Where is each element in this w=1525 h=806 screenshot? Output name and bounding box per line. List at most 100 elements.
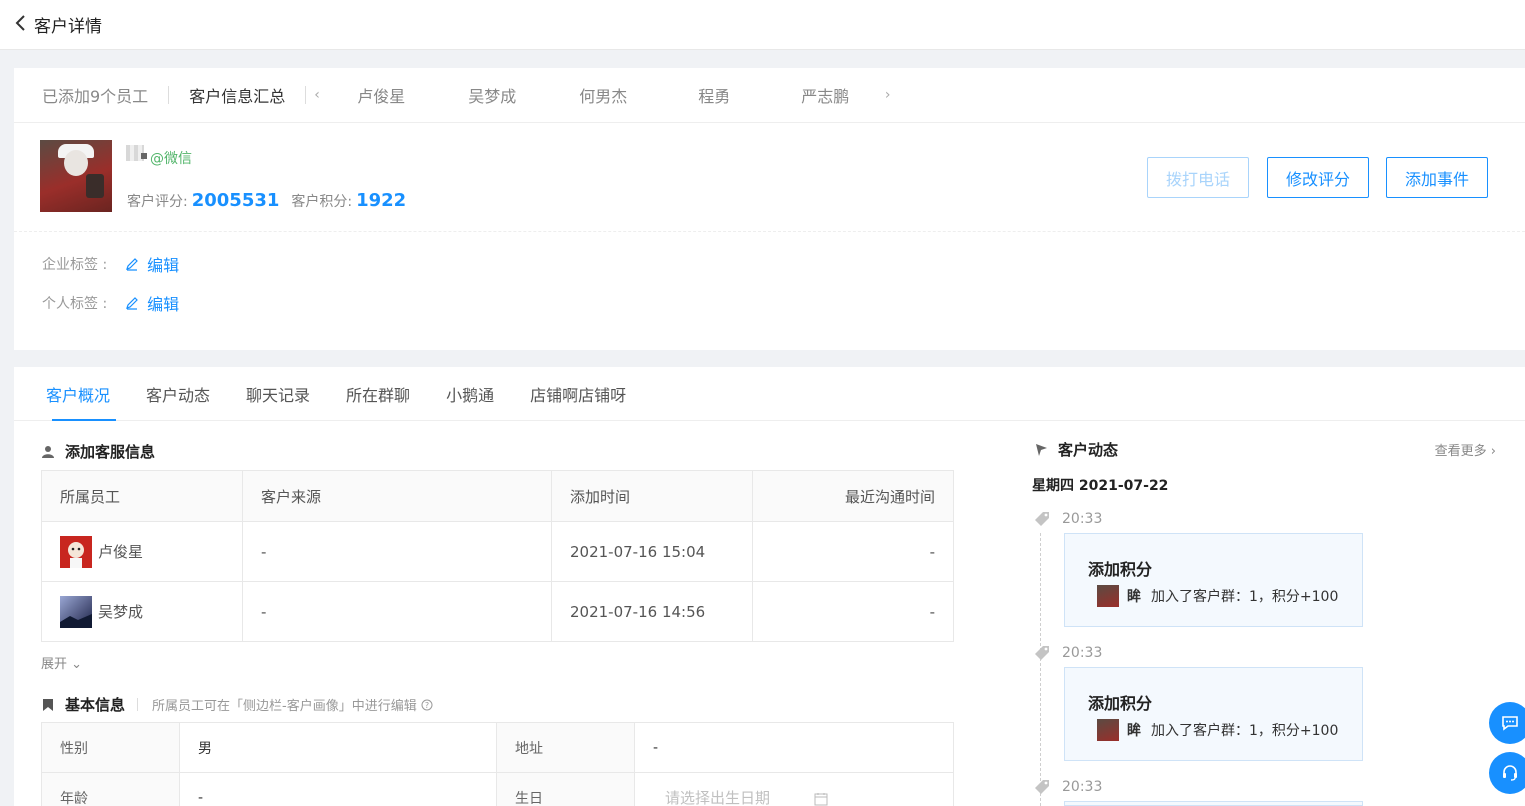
column-header: 所属员工 bbox=[41, 470, 243, 522]
detail-card: 客户概况 客户动态 聊天记录 所在群聊 小鹅通 店铺啊店铺呀 添加客服信息 所属… bbox=[14, 367, 1525, 806]
staff-tab[interactable]: 何男杰 bbox=[548, 83, 659, 107]
chevron-right-icon[interactable]: › bbox=[885, 87, 891, 103]
points-value: 1922 bbox=[356, 190, 407, 211]
divider bbox=[305, 86, 307, 104]
added-time-cell: 2021-07-16 14:56 bbox=[551, 581, 753, 642]
help-icon[interactable]: ? bbox=[421, 699, 433, 711]
headset-icon bbox=[1503, 765, 1517, 781]
dynamics-title: 客户动态 bbox=[1034, 439, 1118, 460]
address-label: 地址 bbox=[496, 722, 635, 773]
edit-label: 编辑 bbox=[147, 295, 180, 314]
column-header: 添加时间 bbox=[551, 470, 753, 522]
edit-score-button[interactable]: 修改评分 bbox=[1267, 157, 1369, 198]
calendar-icon bbox=[814, 793, 828, 806]
score-label: 客户评分: bbox=[127, 194, 188, 210]
customer-card: 已添加9个员工 客户信息汇总 ‹ 卢俊星 吴梦成 何男杰 程勇 严志鹏 › @微… bbox=[14, 68, 1525, 350]
event-detail: 眸 加入了客户群：1，积分+100 bbox=[1097, 585, 1338, 607]
chat-float-button[interactable] bbox=[1489, 702, 1525, 744]
customer-source: @微信 bbox=[150, 151, 192, 167]
tab-chat-history[interactable]: 聊天记录 bbox=[246, 382, 310, 420]
employee-avatar bbox=[60, 595, 92, 628]
edit-personal-tags-button[interactable]: 编辑 bbox=[125, 291, 179, 315]
svg-text:?: ? bbox=[425, 701, 429, 710]
user-avatar bbox=[1097, 719, 1119, 741]
age-value: - bbox=[179, 772, 497, 806]
pencil-icon bbox=[126, 297, 139, 310]
support-float-button[interactable] bbox=[1489, 752, 1525, 794]
add-event-button[interactable]: 添加事件 bbox=[1386, 157, 1488, 198]
employee-avatar bbox=[60, 535, 92, 568]
column-header: 客户来源 bbox=[242, 470, 552, 522]
staff-tab[interactable]: 程勇 bbox=[659, 83, 770, 107]
added-staff-count: 已添加9个员工 bbox=[42, 87, 149, 106]
page-title: 客户详情 bbox=[34, 17, 102, 37]
column-header: 最近沟通时间 bbox=[752, 470, 954, 522]
staff-tab[interactable]: 严志鹏 bbox=[770, 83, 881, 107]
staff-tab-bar: 已添加9个员工 客户信息汇总 ‹ 卢俊星 吴梦成 何男杰 程勇 严志鹏 › bbox=[14, 68, 1525, 123]
timeline-event-card: 添加积分 眸 加入了客户群：1，积分+100 bbox=[1064, 533, 1363, 627]
event-title: 添加积分 bbox=[1088, 560, 1153, 579]
added-time-cell: 2021-07-16 15:04 bbox=[551, 521, 753, 582]
dynamics-header: 客户动态 查看更多 › bbox=[1034, 439, 1496, 460]
divider bbox=[14, 231, 1525, 232]
personal-tags-row: 个人标签 : 编辑 bbox=[42, 291, 179, 315]
user-icon bbox=[42, 445, 54, 458]
tab-shop[interactable]: 店铺啊店铺呀 bbox=[530, 382, 626, 420]
tab-summary[interactable]: 客户信息汇总 bbox=[189, 83, 285, 107]
tag-icon bbox=[1035, 512, 1049, 526]
address-value: - bbox=[634, 722, 954, 773]
personal-tags-label: 个人标签 : bbox=[42, 296, 108, 312]
birthday-label: 生日 bbox=[496, 772, 635, 806]
enterprise-tags-label: 企业标签 : bbox=[42, 257, 108, 273]
last-contact-cell: - bbox=[752, 581, 954, 642]
age-label: 年龄 bbox=[41, 772, 180, 806]
flag-icon bbox=[1036, 443, 1047, 456]
basic-info-table: 性别 男 地址 - 年龄 - 生日 请选择出生日期 bbox=[41, 722, 954, 806]
tab-groups[interactable]: 所在群聊 bbox=[346, 382, 410, 420]
event-desc: 加入了客户群：1，积分+100 bbox=[1151, 723, 1339, 739]
birthday-picker[interactable]: 请选择出生日期 bbox=[634, 772, 954, 806]
source-cell: - bbox=[242, 581, 552, 642]
chat-bubble-icon bbox=[1502, 716, 1518, 731]
employee-name: 吴梦成 bbox=[98, 603, 144, 621]
tab-xiaoetong[interactable]: 小鹅通 bbox=[446, 382, 494, 420]
staff-tab[interactable]: 卢俊星 bbox=[326, 83, 437, 107]
score-value: 2005531 bbox=[191, 190, 280, 211]
event-desc: 加入了客户群：1，积分+100 bbox=[1151, 589, 1339, 605]
pencil-icon bbox=[126, 258, 139, 271]
call-button[interactable]: 拨打电话 bbox=[1147, 157, 1249, 198]
timeline-time: 20:33 bbox=[1034, 645, 1102, 661]
edit-enterprise-tags-button[interactable]: 编辑 bbox=[125, 252, 179, 276]
expand-button[interactable]: 展开 ⌄ bbox=[41, 653, 82, 672]
chevron-left-icon[interactable]: ‹ bbox=[314, 87, 320, 103]
view-more-link[interactable]: 查看更多 › bbox=[1435, 440, 1496, 459]
event-title: 添加积分 bbox=[1088, 694, 1153, 713]
event-detail: 眸 加入了客户群：1，积分+100 bbox=[1097, 719, 1338, 741]
table-row: 吴梦成 - 2021-07-16 14:56 - bbox=[41, 581, 954, 642]
timeline-event-card: 添加积分 眸 加入了客户群：1，积分+100 bbox=[1064, 667, 1363, 761]
gender-value: 男 bbox=[179, 722, 497, 773]
timeline-line bbox=[1040, 533, 1041, 806]
timeline-time: 20:33 bbox=[1034, 779, 1102, 795]
tag-icon bbox=[1035, 646, 1049, 660]
last-contact-cell: - bbox=[752, 521, 954, 582]
timeline-event-card bbox=[1064, 801, 1363, 806]
basic-info-note: 所属员工可在「侧边栏-客户画像」中进行编辑 ? bbox=[137, 695, 433, 714]
service-info-title: 添加客服信息 bbox=[41, 441, 155, 462]
chevron-left-icon[interactable] bbox=[14, 14, 28, 36]
tab-overview[interactable]: 客户概况 bbox=[46, 382, 117, 421]
event-user: 眸 bbox=[1127, 723, 1141, 739]
tab-dynamics[interactable]: 客户动态 bbox=[146, 382, 210, 420]
tag-icon bbox=[1035, 780, 1049, 794]
staff-tab[interactable]: 吴梦成 bbox=[437, 83, 548, 107]
user-avatar bbox=[1097, 585, 1119, 607]
score-line: 客户评分: 2005531 客户积分: 1922 bbox=[127, 190, 418, 211]
top-bar: 客户详情 bbox=[0, 0, 1525, 50]
table-row: 卢俊星 - 2021-07-16 15:04 - bbox=[41, 521, 954, 582]
points-label: 客户积分: bbox=[291, 194, 353, 210]
service-info-table: 所属员工 客户来源 添加时间 最近沟通时间 卢俊星 - 2021-07-16 1… bbox=[41, 470, 954, 642]
birthday-placeholder: 请选择出生日期 bbox=[665, 789, 771, 806]
avatar bbox=[40, 140, 112, 212]
basic-info-title: 基本信息 所属员工可在「侧边栏-客户画像」中进行编辑 ? bbox=[41, 694, 433, 715]
detail-tabs: 客户概况 客户动态 聊天记录 所在群聊 小鹅通 店铺啊店铺呀 bbox=[14, 367, 1525, 421]
